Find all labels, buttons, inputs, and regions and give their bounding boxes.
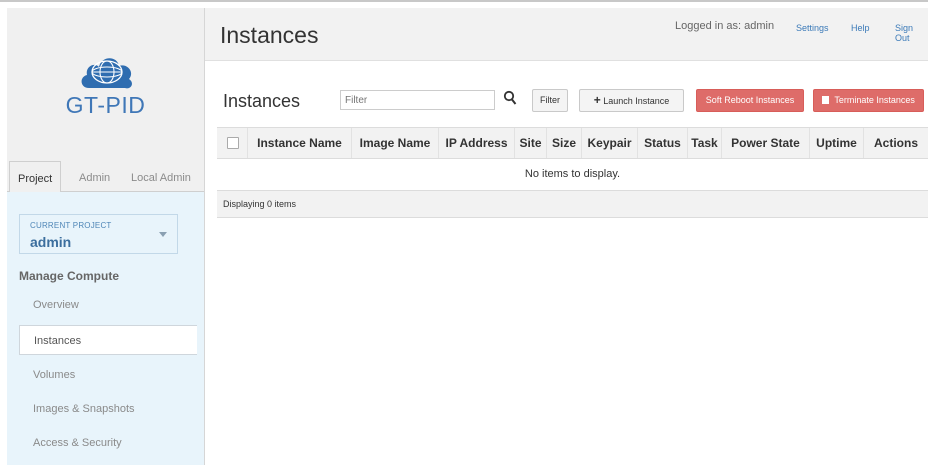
search-icon[interactable] <box>503 90 517 106</box>
tab-project[interactable]: Project <box>9 161 62 193</box>
page-title: Instances <box>220 22 319 48</box>
main-content: Instances Logged in as: admin Settings H… <box>205 8 928 465</box>
col-status[interactable]: Status <box>637 128 687 158</box>
tab-local-admin[interactable]: Local Admin <box>131 168 191 191</box>
sidebar-tabs: Project Admin Local Admin <box>7 158 204 193</box>
sidebar-item-access-security[interactable]: Access & Security <box>19 428 194 458</box>
current-project-name: admin <box>30 234 72 250</box>
col-uptime[interactable]: Uptime <box>809 128 863 158</box>
plus-icon: + <box>593 93 601 107</box>
settings-link[interactable]: Settings <box>796 23 829 33</box>
table-footer: Displaying 0 items <box>217 191 928 218</box>
empty-message: No items to display. <box>217 159 928 191</box>
col-image-name[interactable]: Image Name <box>351 128 438 158</box>
sidebar: GT-PID Project Admin Local Admin CURRENT… <box>7 8 205 465</box>
sidebar-item-instances[interactable]: Instances <box>19 325 197 355</box>
filter-button[interactable]: Filter <box>532 89 568 112</box>
section-manage-compute: Manage Compute <box>19 269 120 283</box>
section-title: Instances <box>223 91 301 111</box>
select-all-checkbox[interactable] <box>227 137 239 149</box>
project-panel: CURRENT PROJECT admin Manage Compute Ove… <box>7 192 204 465</box>
tab-admin[interactable]: Admin <box>79 168 110 191</box>
col-instance-name[interactable]: Instance Name <box>247 128 351 158</box>
col-size[interactable]: Size <box>546 128 581 158</box>
terminate-instances-label: Terminate Instances <box>834 95 915 105</box>
sidebar-item-volumes[interactable]: Volumes <box>19 360 194 390</box>
filter-input[interactable] <box>340 90 495 110</box>
page-header: Instances Logged in as: admin Settings H… <box>205 8 928 61</box>
project-switcher[interactable]: CURRENT PROJECT admin <box>19 214 178 254</box>
brand: GT-PID <box>7 8 204 158</box>
sidebar-item-overview[interactable]: Overview <box>19 290 194 320</box>
brand-name: GT-PID <box>65 92 146 118</box>
sign-out-link[interactable]: Sign Out <box>895 23 928 43</box>
sidebar-item-images-snapshots[interactable]: Images & Snapshots <box>19 394 194 424</box>
cloud-logo-icon <box>81 58 132 89</box>
col-site[interactable]: Site <box>514 128 546 158</box>
chevron-down-icon <box>159 232 167 237</box>
table-header: Instance Name Image Name IP Address Site… <box>217 127 928 159</box>
launch-instance-button[interactable]: + Launch Instance <box>579 89 684 112</box>
logged-in-label: Logged in as: admin <box>675 20 775 32</box>
col-power-state[interactable]: Power State <box>721 128 809 158</box>
help-link[interactable]: Help <box>851 23 870 33</box>
launch-instance-label: Launch Instance <box>603 96 670 106</box>
instances-table: Instance Name Image Name IP Address Site… <box>217 127 928 218</box>
trash-icon <box>822 94 830 104</box>
col-ip-address[interactable]: IP Address <box>438 128 514 158</box>
col-task[interactable]: Task <box>687 128 721 158</box>
col-actions: Actions <box>863 128 928 158</box>
soft-reboot-instances-button[interactable]: Soft Reboot Instances <box>696 89 804 112</box>
col-keypair[interactable]: Keypair <box>581 128 637 158</box>
terminate-instances-button[interactable]: Terminate Instances <box>813 89 924 112</box>
current-project-label: CURRENT PROJECT <box>30 221 112 230</box>
